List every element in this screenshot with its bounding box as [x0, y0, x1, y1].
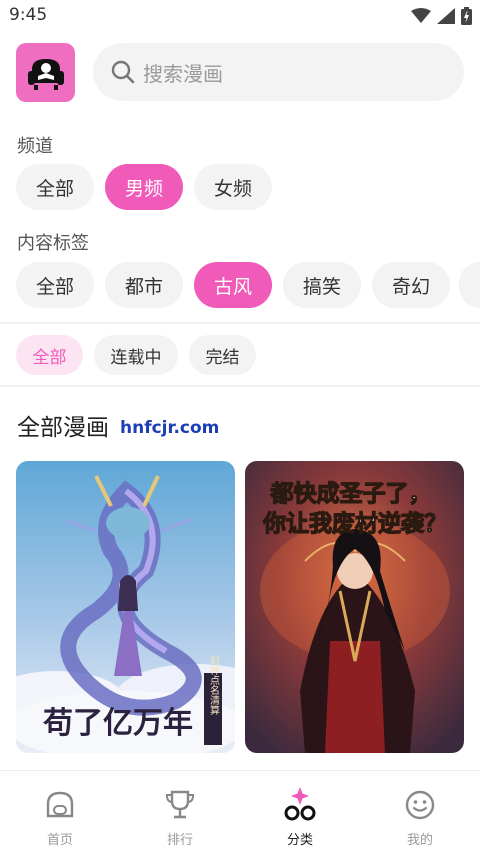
app-logo[interactable]: [16, 43, 75, 102]
search-placeholder: 搜索漫画: [143, 61, 223, 86]
signal-icon: [437, 8, 455, 24]
cover-title-line2: 你让我废材逆袭？: [262, 510, 447, 537]
nav-icon-wrap: [282, 787, 318, 823]
nav-item-home[interactable]: 首页: [0, 771, 120, 852]
cover-title: 苟了亿万年: [42, 706, 193, 741]
tag-chip-all[interactable]: 全部: [16, 262, 94, 308]
tag-chip-ancient[interactable]: 古风: [194, 262, 272, 308]
tags-label: 内容标签: [17, 233, 89, 254]
status-chip-completed[interactable]: 完结: [189, 335, 256, 375]
comic-card[interactable]: 都快成圣子了， 你让我废材逆袭？: [245, 461, 464, 753]
divider: [0, 322, 480, 324]
search-input[interactable]: 搜索漫画: [93, 43, 464, 101]
status-bar: 9:45: [0, 0, 480, 32]
comic-card[interactable]: 苟了亿万年 封神点名清算: [16, 461, 235, 753]
wifi-icon: [411, 8, 431, 23]
status-time: 9:45: [9, 5, 48, 25]
watermark: hnfcjr.com: [120, 418, 220, 438]
battery-icon: [461, 7, 472, 25]
status-chip-row: 全部 连载中 完结: [16, 335, 256, 375]
divider: [0, 385, 480, 387]
tag-chip-overflow[interactable]: [459, 262, 480, 308]
tags-chip-row: 全部 都市 古风 搞笑 奇幻: [16, 262, 450, 308]
search-icon: [111, 60, 135, 84]
cover-title-line1: 都快成圣子了，: [269, 481, 431, 507]
list-title: 全部漫画: [17, 415, 109, 441]
tag-chip-comedy[interactable]: 搞笑: [283, 262, 361, 308]
status-chip-serializing[interactable]: 连载中: [94, 335, 178, 375]
trophy-icon: [165, 790, 195, 819]
nav-item-mine[interactable]: 我的: [360, 771, 480, 852]
smile-icon: [405, 790, 435, 820]
nav-item-ranking[interactable]: 排行: [120, 771, 240, 852]
comic-cover-dragon: 苟了亿万年 封神点名清算: [16, 461, 235, 753]
cover-subtitle: 封神点名清算: [208, 654, 220, 716]
category-icon: [284, 787, 316, 821]
channel-chip-all[interactable]: 全部: [16, 164, 94, 210]
sofa-reader-icon: [27, 58, 64, 90]
home-face-icon: [46, 791, 74, 818]
nav-icon-wrap: [42, 787, 78, 823]
status-chip-all[interactable]: 全部: [16, 335, 83, 375]
channel-chip-male[interactable]: 男频: [105, 164, 183, 210]
nav-label-category: 分类: [286, 833, 313, 848]
nav-icon-wrap: [402, 787, 438, 823]
nav-label-home: 首页: [46, 833, 73, 848]
nav-item-category[interactable]: 分类: [240, 771, 360, 852]
channel-chip-row: 全部 男频 女频: [16, 164, 272, 210]
tag-chip-urban[interactable]: 都市: [105, 262, 183, 308]
tag-chip-fantasy[interactable]: 奇幻: [372, 262, 450, 308]
nav-label-ranking: 排行: [166, 833, 193, 848]
nav-icon-wrap: [162, 787, 198, 823]
channel-label: 频道: [17, 136, 53, 157]
channel-chip-female[interactable]: 女频: [194, 164, 272, 210]
nav-label-mine: 我的: [406, 833, 433, 848]
bottom-nav: 首页 排行 分类 我的: [0, 770, 480, 852]
comic-cover-swordsman: 都快成圣子了， 你让我废材逆袭？: [245, 461, 464, 753]
category-page: 9:45 搜索漫画 频道 全部 男频 女频 内容标签 全部 都市 古风 搞笑 奇…: [0, 0, 480, 852]
status-icons: [411, 6, 472, 26]
